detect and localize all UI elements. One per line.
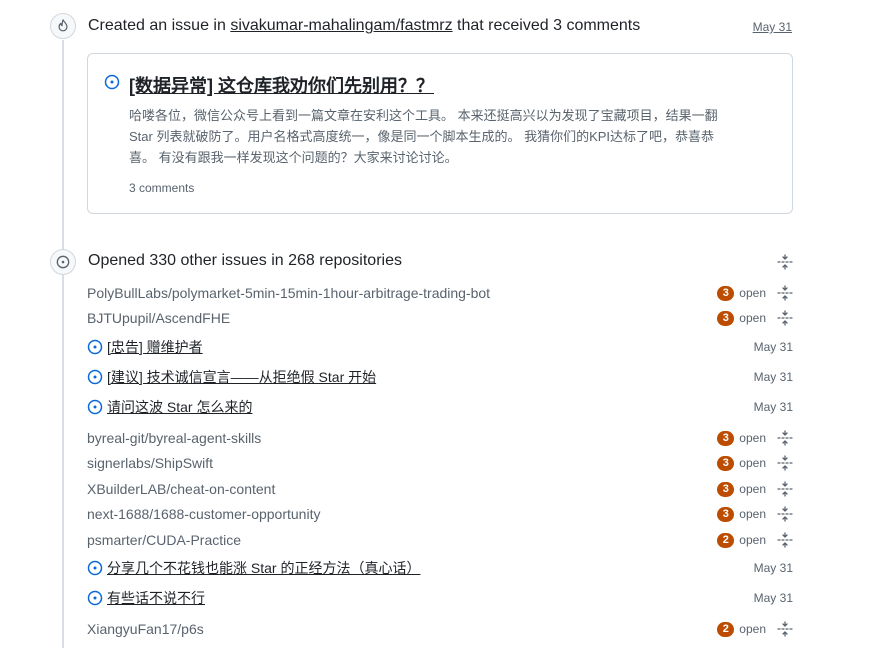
fold-unfold-icon[interactable] <box>777 506 793 522</box>
row-meta: May 31 <box>754 561 793 575</box>
repo-row: signerlabs/ShipSwift 3 open <box>87 452 793 474</box>
row-meta: 3 open <box>717 506 793 522</box>
row-meta: May 31 <box>754 370 793 384</box>
row-meta: 3 open <box>717 430 793 446</box>
event-heading: Opened 330 other issues in 268 repositor… <box>88 252 402 269</box>
issue-title-link[interactable]: [建议] 技术诚信宣言——从拒绝假 Star 开始 <box>107 367 376 387</box>
repo-name-link[interactable]: byreal-git/byreal-agent-skills <box>87 430 261 446</box>
timeline-line <box>62 40 64 648</box>
issue-card: [数据异常] 这仓库我劝你们先别用？？ 哈喽各位，微信公众号上看到一篇文章在安利… <box>87 53 793 214</box>
fold-unfold-icon[interactable] <box>777 481 793 497</box>
row-meta: May 31 <box>754 400 793 414</box>
row-meta: May 31 <box>754 591 793 605</box>
issue-title-link[interactable]: 请问这波 Star 怎么来的 <box>107 397 252 417</box>
issue-body-line: Star 列表就破防了。用户名格式高度统一，像是同一个脚本生成的。 我猜你们的K… <box>129 129 715 144</box>
event-date[interactable]: May 31 <box>753 20 792 34</box>
fold-unfold-icon[interactable] <box>777 285 793 301</box>
repo-name-link[interactable]: psmarter/CUDA-Practice <box>87 532 241 548</box>
event-heading-prefix: Created an issue in <box>88 17 226 34</box>
fold-unfold-icon[interactable] <box>777 621 793 637</box>
flame-icon <box>50 13 76 39</box>
issue-date: May 31 <box>753 591 793 605</box>
repo-name-link[interactable]: next-1688/1688-customer-opportunity <box>87 506 320 522</box>
repo-row: BJTUpupil/AscendFHE 3 open <box>87 307 793 329</box>
repo-name-link[interactable]: PolyBullLabs/polymarket-5min-15min-1hour… <box>87 285 490 301</box>
issue-count-badge: 2 <box>717 532 735 548</box>
open-status-label: open <box>739 622 766 636</box>
row-meta: 2 open <box>717 532 793 548</box>
repo-row: byreal-git/byreal-agent-skills 3 open <box>87 427 793 449</box>
issue-open-icon <box>87 339 103 355</box>
issue-title-link[interactable]: 有些话不说不行 <box>107 588 205 608</box>
open-status-label: open <box>739 533 766 547</box>
open-status-label: open <box>739 456 766 470</box>
repo-name-link[interactable]: XiangyuFan17/p6s <box>87 621 204 637</box>
issue-open-icon <box>87 369 103 385</box>
issue-count-badge: 3 <box>717 430 735 446</box>
issue-opened-icon <box>50 249 76 275</box>
open-status-label: open <box>739 431 766 445</box>
issue-row: 有些话不说不行 May 31 <box>87 587 793 609</box>
activity-timeline: Created an issue in sivakumar-mahalingam… <box>0 0 882 648</box>
repo-row: psmarter/CUDA-Practice 2 open <box>87 529 793 551</box>
repo-link[interactable]: sivakumar-mahalingam/fastmrz <box>230 17 452 34</box>
issue-count-badge: 3 <box>717 481 735 497</box>
issue-row: 分享几个不花钱也能涨 Star 的正经方法（真心话） May 31 <box>87 557 793 579</box>
open-status-label: open <box>739 311 766 325</box>
row-meta: 3 open <box>717 310 793 326</box>
issue-body-line: 哈喽各位，微信公众号上看到一篇文章在安利这个工具。 本来还挺高兴以为发现了宝藏项… <box>129 108 718 123</box>
fold-unfold-icon[interactable] <box>777 254 793 270</box>
issue-open-icon <box>104 74 120 95</box>
open-status-label: open <box>739 482 766 496</box>
repo-name-link[interactable]: BJTUpupil/AscendFHE <box>87 310 230 326</box>
row-meta: 3 open <box>717 481 793 497</box>
event-heading: Created an issue in sivakumar-mahalingam… <box>88 17 640 35</box>
issue-title-link[interactable]: 分享几个不花钱也能涨 Star 的正经方法（真心话） <box>107 558 420 578</box>
issue-date: May 31 <box>753 400 793 414</box>
repo-row: XBuilderLAB/cheat-on-content 3 open <box>87 478 793 500</box>
issue-body-line: 喜。 有没有跟我一样发现这个问题的？大家来讨论讨论。 <box>129 150 458 165</box>
open-status-label: open <box>739 507 766 521</box>
fold-unfold-icon[interactable] <box>777 430 793 446</box>
row-meta: May 31 <box>754 340 793 354</box>
repo-row: next-1688/1688-customer-opportunity 3 open <box>87 503 793 525</box>
fold-unfold-icon[interactable] <box>777 455 793 471</box>
row-meta: 3 open <box>717 285 793 301</box>
issue-title-link[interactable]: [忠告] 赠维护者 <box>107 337 203 357</box>
event-heading-suffix: that received 3 comments <box>457 17 641 34</box>
comments-count[interactable]: 3 comments <box>129 181 194 195</box>
issue-count-badge: 3 <box>717 310 735 326</box>
repo-name-link[interactable]: XBuilderLAB/cheat-on-content <box>87 481 275 497</box>
issue-count-badge: 2 <box>717 621 735 637</box>
issue-open-icon <box>87 399 103 415</box>
row-meta: 2 open <box>717 621 793 637</box>
issue-count-badge: 3 <box>717 455 735 471</box>
repo-row: PolyBullLabs/polymarket-5min-15min-1hour… <box>87 282 793 304</box>
issue-count-badge: 3 <box>717 285 735 301</box>
issue-date: May 31 <box>753 370 793 384</box>
issue-date: May 31 <box>753 340 793 354</box>
issue-row: [建议] 技术诚信宣言——从拒绝假 Star 开始 May 31 <box>87 366 793 388</box>
repo-row: XiangyuFan17/p6s 2 open <box>87 618 793 640</box>
fold-unfold-icon[interactable] <box>777 532 793 548</box>
issue-body: 哈喽各位，微信公众号上看到一篇文章在安利这个工具。 本来还挺高兴以为发现了宝藏项… <box>129 105 769 168</box>
repo-name-link[interactable]: signerlabs/ShipSwift <box>87 455 213 471</box>
fold-unfold-icon[interactable] <box>777 310 793 326</box>
row-meta: 3 open <box>717 455 793 471</box>
issue-row: [忠告] 赠维护者 May 31 <box>87 336 793 358</box>
open-status-label: open <box>739 286 766 300</box>
issue-date: May 31 <box>753 561 793 575</box>
issue-count-badge: 3 <box>717 506 735 522</box>
issue-open-icon <box>87 560 103 576</box>
issue-title-link[interactable]: [数据异常] 这仓库我劝你们先别用？？ <box>129 72 434 98</box>
issue-row: 请问这波 Star 怎么来的 May 31 <box>87 396 793 418</box>
issue-open-icon <box>87 590 103 606</box>
